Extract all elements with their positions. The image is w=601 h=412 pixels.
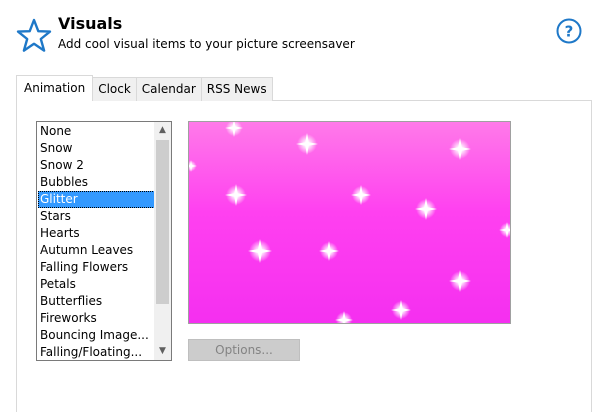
- sparkle: [225, 184, 247, 206]
- list-item-none[interactable]: None: [38, 123, 155, 140]
- sparkle: [248, 239, 272, 263]
- sparkle: [415, 198, 437, 220]
- tab-clock[interactable]: Clock: [92, 77, 137, 101]
- visuals-settings-window: Visuals Add cool visual items to your pi…: [0, 0, 601, 412]
- sparkle: [449, 138, 471, 160]
- scroll-up-arrow-icon[interactable]: ▲: [154, 122, 171, 139]
- list-item-bouncing-image[interactable]: Bouncing Image...: [38, 327, 155, 344]
- sparkle: [319, 241, 339, 261]
- list-item-petals[interactable]: Petals: [38, 276, 155, 293]
- list-item-falling-floating[interactable]: Falling/Floating...: [38, 344, 155, 360]
- page-title: Visuals: [58, 14, 123, 33]
- list-item-butterflies[interactable]: Butterflies: [38, 293, 155, 310]
- sparkle: [189, 160, 197, 172]
- options-button[interactable]: Options...: [188, 339, 300, 361]
- tab-animation[interactable]: Animation: [16, 75, 94, 101]
- list-item-falling-flowers[interactable]: Falling Flowers: [38, 259, 155, 276]
- sparkle: [499, 222, 510, 238]
- list-scrollbar[interactable]: ▲ ▼: [154, 122, 171, 360]
- list-item-hearts[interactable]: Hearts: [38, 225, 155, 242]
- help-label: ?: [565, 23, 574, 41]
- list-item-glitter[interactable]: Glitter: [38, 191, 155, 208]
- star-outline-icon: [16, 18, 52, 52]
- list-item-fireworks[interactable]: Fireworks: [38, 310, 155, 327]
- tab-bar: Animation Clock Calendar RSS News: [16, 75, 273, 101]
- sparkle: [449, 270, 471, 292]
- animation-preview: [188, 121, 511, 324]
- animation-list-items: None Snow Snow 2 Bubbles Glitter Stars H…: [38, 123, 155, 360]
- sparkle: [391, 300, 411, 320]
- scroll-down-arrow-icon[interactable]: ▼: [154, 343, 171, 360]
- list-item-bubbles[interactable]: Bubbles: [38, 174, 155, 191]
- sparkle: [225, 122, 243, 137]
- sparkle: [296, 133, 318, 155]
- list-item-autumn-leaves[interactable]: Autumn Leaves: [38, 242, 155, 259]
- scroll-thumb[interactable]: [156, 140, 169, 304]
- sparkle: [335, 311, 353, 323]
- tab-rss-news[interactable]: RSS News: [200, 77, 273, 101]
- page-subtitle: Add cool visual items to your picture sc…: [58, 37, 355, 51]
- sparkle: [351, 185, 371, 205]
- glitter-sparkles: [189, 122, 510, 323]
- tab-calendar[interactable]: Calendar: [135, 77, 202, 101]
- animation-listbox[interactable]: None Snow Snow 2 Bubbles Glitter Stars H…: [36, 121, 172, 361]
- list-item-snow[interactable]: Snow: [38, 140, 155, 157]
- list-item-snow-2[interactable]: Snow 2: [38, 157, 155, 174]
- help-icon[interactable]: ?: [556, 18, 582, 44]
- list-item-stars[interactable]: Stars: [38, 208, 155, 225]
